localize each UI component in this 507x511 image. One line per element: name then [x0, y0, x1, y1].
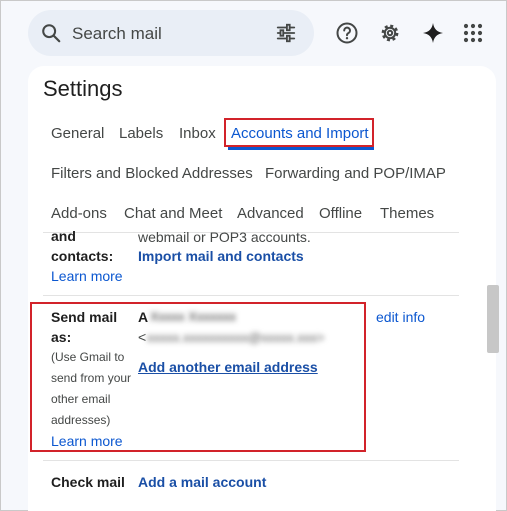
tab-chat-and-meet[interactable]: Chat and Meet: [124, 205, 222, 222]
import-learn-more-link[interactable]: Learn more: [51, 268, 123, 284]
search-input[interactable]: [70, 20, 274, 48]
edit-info-link[interactable]: edit info: [376, 309, 425, 325]
section-divider: [43, 295, 459, 296]
tab-forwarding-and-pop-imap[interactable]: Forwarding and POP/IMAP: [265, 165, 446, 182]
tab-inbox[interactable]: Inbox: [179, 125, 216, 142]
add-mail-account-link[interactable]: Add a mail account: [138, 474, 266, 490]
tab-offline[interactable]: Offline: [319, 205, 362, 222]
search-bar[interactable]: [28, 10, 314, 56]
scrollbar[interactable]: [487, 285, 499, 353]
gemini-sparkle-icon[interactable]: [421, 21, 445, 45]
import-label-line1: and: [51, 228, 76, 244]
highlight-box-tab: [224, 118, 374, 147]
section-divider-2: [43, 460, 459, 461]
gear-icon[interactable]: [378, 21, 402, 45]
highlight-box-send-mail: [30, 302, 366, 452]
import-label-line2: contacts:: [51, 248, 114, 264]
tab-themes[interactable]: Themes: [380, 205, 434, 222]
tab-labels[interactable]: Labels: [119, 125, 163, 142]
tab-filters-and-blocked-addresses[interactable]: Filters and Blocked Addresses: [51, 165, 253, 182]
help-icon[interactable]: [335, 21, 359, 45]
active-tab-indicator: [228, 147, 374, 150]
tab-advanced[interactable]: Advanced: [237, 205, 304, 222]
tab-general[interactable]: General: [51, 125, 104, 142]
apps-grid-icon[interactable]: [461, 21, 485, 45]
tab-add-ons[interactable]: Add-ons: [51, 205, 107, 222]
search-options-icon[interactable]: [275, 22, 297, 44]
import-description: webmail or POP3 accounts.: [138, 229, 311, 245]
page-title: Settings: [43, 76, 123, 101]
import-mail-and-contacts-link[interactable]: Import mail and contacts: [138, 248, 304, 264]
search-icon[interactable]: [40, 22, 62, 44]
check-mail-label: Check mail: [51, 474, 125, 490]
